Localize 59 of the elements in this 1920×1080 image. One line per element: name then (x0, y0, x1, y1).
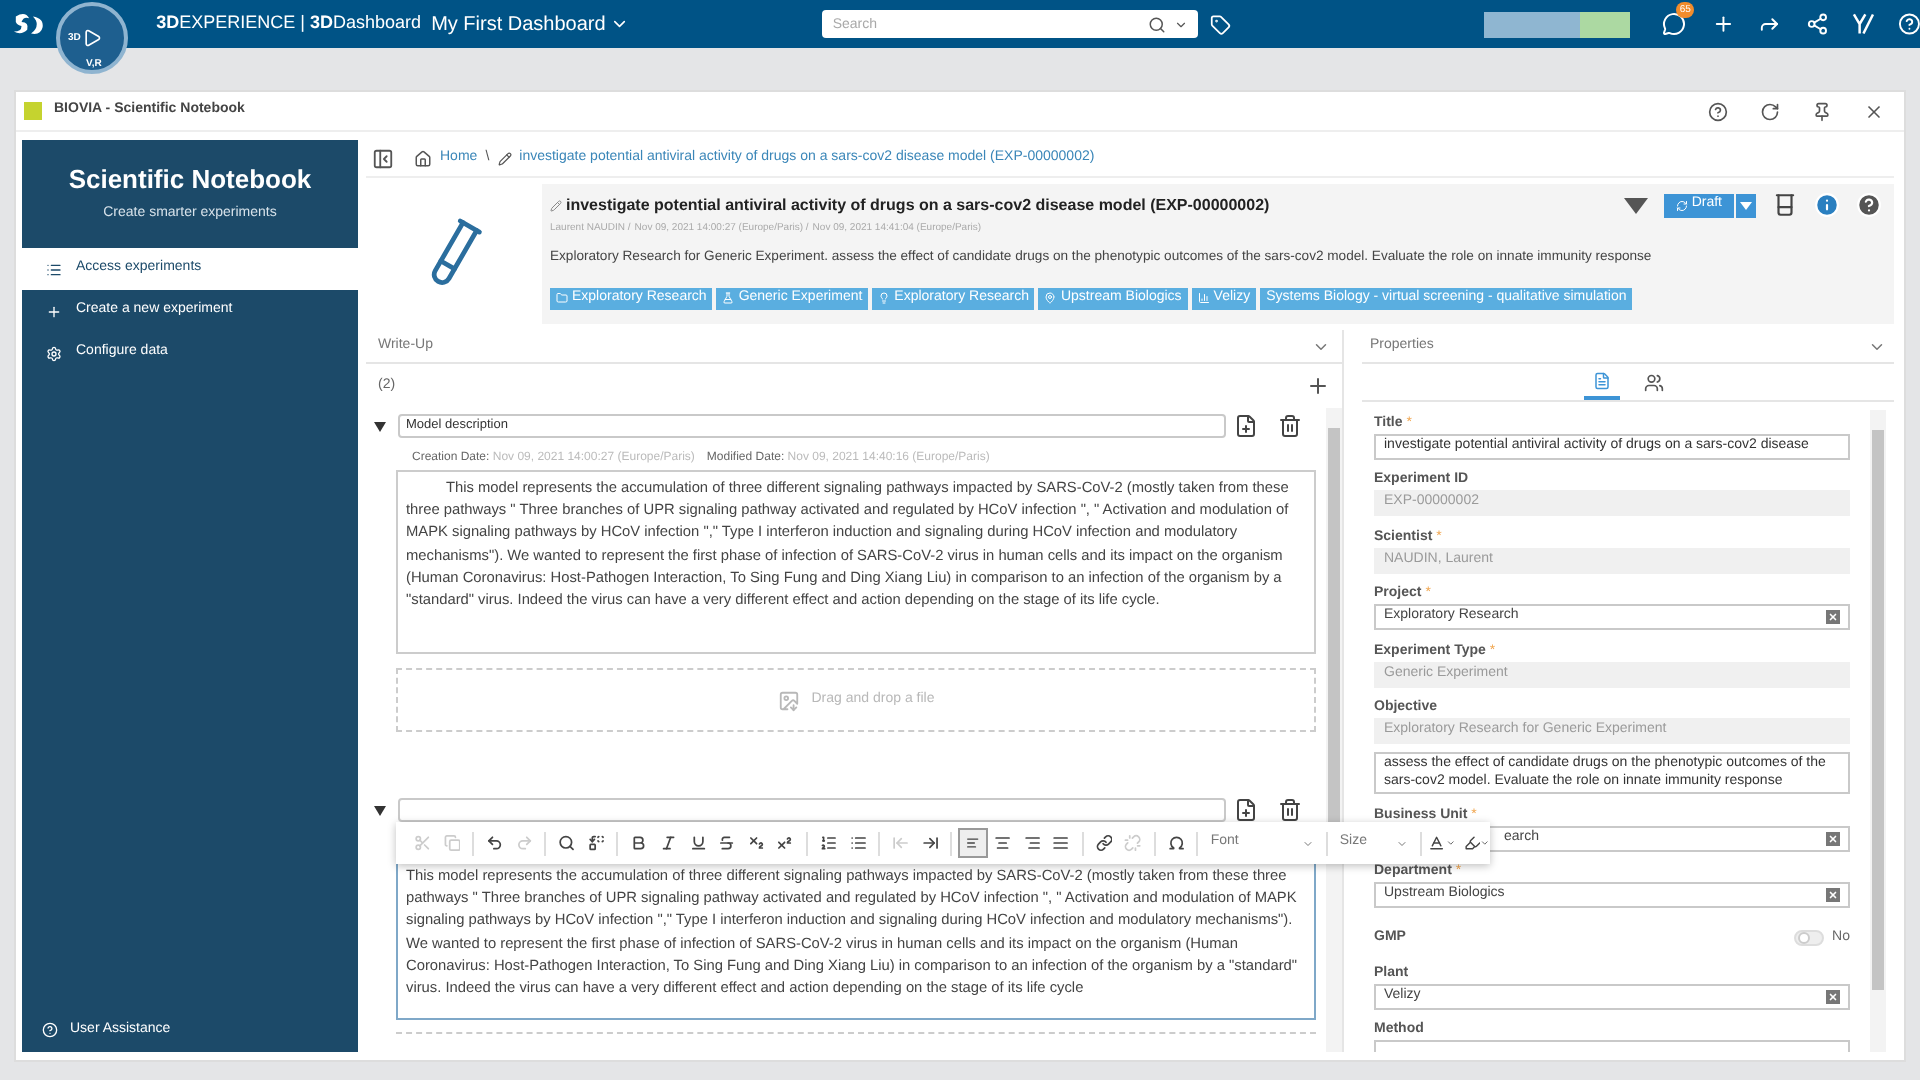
beaker-icon[interactable] (1772, 192, 1798, 218)
add-file-icon[interactable] (1234, 798, 1258, 822)
scrollbar[interactable] (1870, 410, 1886, 1052)
collapse-icon[interactable] (372, 147, 394, 169)
clear-icon[interactable] (1826, 610, 1840, 624)
list-icon (46, 261, 62, 277)
tag-icon[interactable] (1210, 13, 1231, 35)
dashboard-title[interactable]: My First Dashboard (431, 9, 606, 39)
text-color-icon[interactable] (1428, 834, 1446, 852)
caret-icon[interactable] (1480, 838, 1490, 848)
trash-icon[interactable] (1278, 414, 1302, 438)
add-icon[interactable] (1306, 374, 1330, 398)
bar-chart-icon (1197, 292, 1210, 304)
refresh-icon (1675, 199, 1688, 211)
expand-triangle-icon[interactable] (374, 805, 386, 815)
help-icon[interactable] (1708, 101, 1728, 121)
app-title: 3DEXPERIENCE | 3DDashboard (156, 10, 422, 37)
pencil-icon (497, 151, 512, 165)
gmp-toggle[interactable] (1794, 930, 1825, 946)
expand-triangle-icon[interactable] (374, 421, 386, 431)
refresh-icon[interactable] (1760, 101, 1780, 121)
logo-icon[interactable] (12, 10, 47, 38)
play-icon (82, 28, 102, 48)
help-icon (42, 1022, 58, 1038)
scrollbar[interactable] (1326, 408, 1342, 1052)
experiment-title: investigate potential antiviral activity of drugs on a sars-cov2 disease model (EXP-00000002) (566, 193, 1270, 217)
trash-icon[interactable] (1278, 798, 1302, 822)
clear-icon[interactable] (1826, 989, 1840, 1003)
clear-icon[interactable] (1826, 831, 1840, 845)
plus-icon[interactable] (1711, 12, 1735, 36)
image-icon (777, 689, 800, 711)
status-dropdown-button[interactable] (1736, 193, 1756, 217)
clear-icon[interactable] (1826, 888, 1840, 902)
chevron-down-icon (1396, 837, 1409, 849)
chevron-down-icon (1301, 837, 1314, 849)
map-pin-icon (1044, 292, 1057, 304)
filter-triangle-icon[interactable] (1623, 197, 1648, 213)
app-icon (24, 102, 42, 120)
chevron-down-icon[interactable] (1174, 17, 1189, 31)
chat-icon[interactable] (1661, 12, 1686, 36)
add-file-icon[interactable] (1234, 414, 1258, 438)
forward-icon[interactable] (1758, 12, 1782, 36)
entry-title-field[interactable] (398, 798, 1226, 822)
close-icon[interactable] (1864, 101, 1884, 121)
sidebar-title: Scientific Notebook (66, 162, 314, 198)
folder-icon (556, 292, 568, 304)
align-left-icon[interactable] (958, 828, 988, 858)
highlighter-icon[interactable] (1463, 834, 1481, 852)
lightbulb-icon (878, 292, 891, 304)
plus-icon (46, 303, 62, 319)
pencil-icon (550, 199, 562, 211)
search-icon[interactable] (1148, 15, 1167, 33)
gear-icon (46, 345, 62, 361)
info-icon[interactable] (1814, 192, 1840, 218)
share-icon[interactable] (1805, 12, 1829, 36)
pin-icon[interactable] (1812, 101, 1832, 121)
home-icon[interactable] (414, 149, 432, 167)
flask-icon (722, 292, 735, 304)
community-icon[interactable] (1852, 12, 1876, 36)
